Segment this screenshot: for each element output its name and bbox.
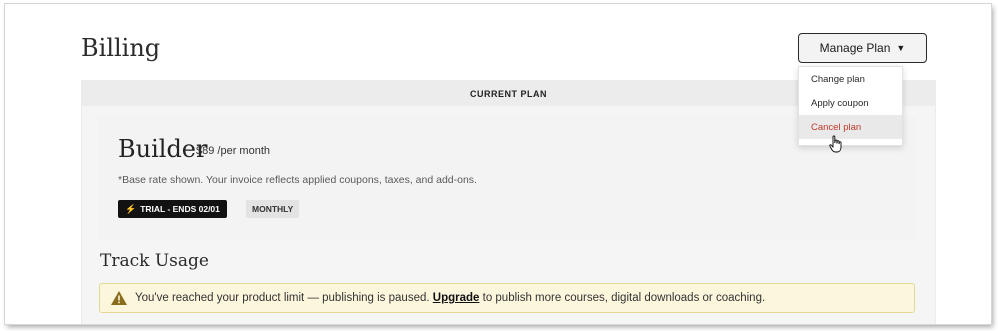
chevron-down-icon: ▼ (896, 43, 906, 53)
alert-text-suffix: to publish more courses, digital downloa… (482, 292, 766, 304)
menu-item-apply-coupon[interactable]: Apply coupon (799, 91, 902, 115)
plan-name: Builder (118, 135, 208, 163)
trial-badge: ⚡ TRIAL - ENDS 02/01 (118, 200, 227, 218)
upgrade-link[interactable]: Upgrade (433, 292, 480, 304)
trial-badge-label: TRIAL - ENDS 02/01 (140, 204, 220, 214)
alert-text: You've reached your product limit — publ… (135, 292, 430, 304)
billing-cycle-badge: MONTHLY (246, 200, 300, 218)
menu-item-change-plan[interactable]: Change plan (799, 67, 902, 91)
manage-plan-menu: Change plan Apply coupon Cancel plan (798, 66, 903, 146)
plan-price: $89 /per month (196, 145, 270, 157)
menu-item-cancel-plan[interactable]: Cancel plan (799, 115, 902, 139)
billing-window: Billing Manage Plan ▼ CURRENT PLAN Build… (5, 4, 991, 324)
page-title: Billing (81, 34, 161, 62)
manage-plan-button[interactable]: Manage Plan ▼ (798, 33, 927, 63)
plan-note: *Base rate shown. Your invoice reflects … (118, 174, 477, 186)
lightning-icon: ⚡ (125, 203, 137, 214)
product-limit-alert: You've reached your product limit — publ… (99, 283, 915, 313)
warning-icon (111, 291, 127, 305)
plan-summary: Builder $89 /per month *Base rate shown.… (98, 117, 916, 239)
hand-pointer-icon (829, 135, 842, 153)
manage-plan-label: Manage Plan (819, 41, 891, 55)
track-usage-title: Track Usage (100, 251, 209, 271)
